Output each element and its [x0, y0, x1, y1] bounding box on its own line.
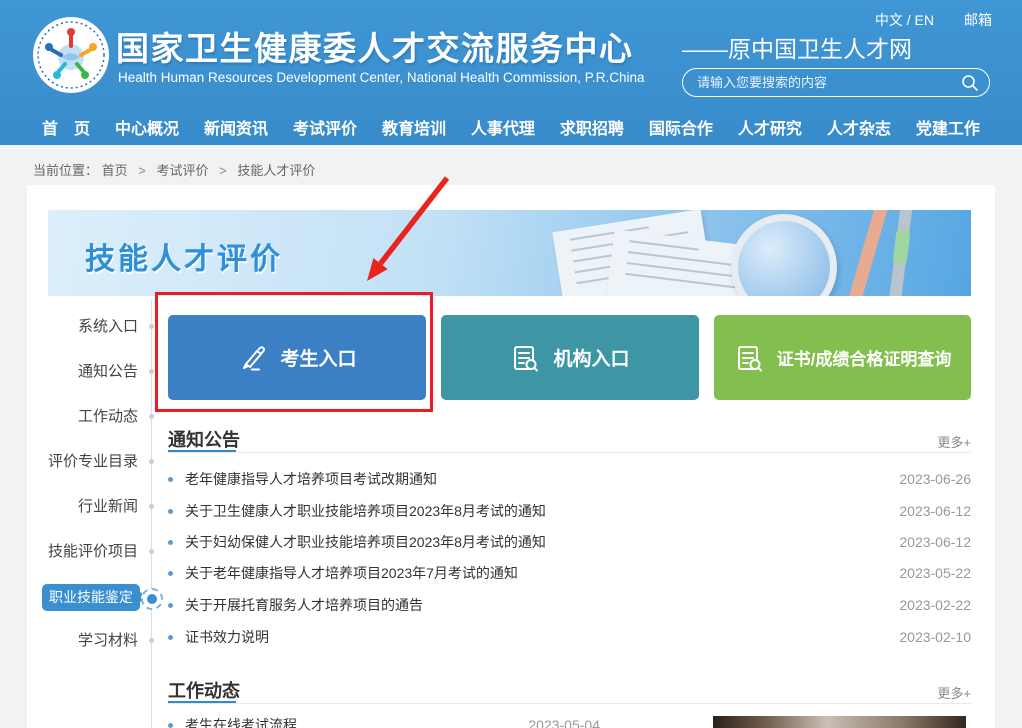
doc-search-icon [510, 343, 540, 373]
work-news-list-item[interactable]: 考生在线考试流程 2023-05-04 [168, 714, 600, 728]
nav-item-magazine[interactable]: 人才杂志 [827, 115, 891, 139]
nav-item-about[interactable]: 中心概况 [115, 115, 179, 139]
nav-item-exam[interactable]: 考试评价 [293, 115, 357, 139]
site-subtitle-en: Health Human Resources Development Cente… [118, 70, 645, 85]
organization-entry-label: 机构入口 [553, 344, 629, 371]
certificate-query-label: 证书/成绩合格证明查询 [777, 345, 952, 370]
candidate-entry-label: 考生入口 [280, 344, 356, 371]
work-news-divider [168, 703, 971, 704]
notice-list-item[interactable]: 关于妇幼保健人才职业技能培养项目2023年8月考试的通知 2023-06-12 [168, 531, 971, 553]
sidebar-active-marker [141, 588, 163, 610]
bullet-icon [168, 540, 173, 545]
breadcrumb: 当前位置： 首页 > 考试评价 > 技能人才评价 [33, 160, 315, 179]
mailbox-link[interactable]: 邮箱 [964, 10, 992, 30]
header-top-links: 中文 / EN 邮箱 [875, 10, 992, 30]
sidebar-dot [149, 549, 154, 554]
sidebar-item-study-materials[interactable]: 学习材料 [30, 631, 138, 651]
nav-item-party[interactable]: 党建工作 [916, 115, 980, 139]
main-nav: 首 页 中心概况 新闻资讯 考试评价 教育培训 人事代理 求职招聘 国际合作 人… [0, 108, 1022, 145]
search-box [682, 68, 990, 97]
nav-item-news[interactable]: 新闻资讯 [204, 115, 268, 139]
certificate-query-button[interactable]: 证书/成绩合格证明查询 [714, 315, 971, 400]
sidebar-dot [149, 504, 154, 509]
work-news-more-link[interactable]: 更多+ [937, 683, 971, 702]
page: 国家卫生健康委人才交流服务中心 Health Human Resources D… [0, 0, 1022, 728]
bullet-icon [168, 603, 173, 608]
sidebar-dot [149, 459, 154, 464]
notice-list-item[interactable]: 证书效力说明 2023-02-10 [168, 626, 971, 648]
nav-item-jobs[interactable]: 求职招聘 [560, 115, 624, 139]
pen-decoration [887, 210, 913, 296]
sidebar-divider [151, 300, 152, 728]
nav-item-training[interactable]: 教育培训 [382, 115, 446, 139]
notices-more-link[interactable]: 更多+ [937, 432, 971, 451]
nav-item-hr-agency[interactable]: 人事代理 [471, 115, 535, 139]
bullet-icon [168, 509, 173, 514]
sidebar-item-skill-projects[interactable]: 技能评价项目 [30, 542, 138, 562]
notice-list-item[interactable]: 关于卫生健康人才职业技能培养项目2023年8月考试的通知 2023-06-12 [168, 500, 971, 522]
breadcrumb-label: 当前位置： [33, 163, 98, 178]
breadcrumb-home[interactable]: 首页 [102, 163, 128, 178]
site-title: 国家卫生健康委人才交流服务中心 [116, 22, 634, 70]
notice-list-item[interactable]: 关于开展托育服务人才培养项目的通告 2023-02-22 [168, 594, 971, 616]
sidebar-dot [149, 324, 154, 329]
bullet-icon [168, 635, 173, 640]
work-news-section-title: 工作动态 [168, 677, 240, 703]
sidebar-dot [149, 369, 154, 374]
bullet-icon [168, 723, 173, 728]
sidebar-dot [149, 638, 154, 643]
nav-item-intl[interactable]: 国际合作 [649, 115, 713, 139]
sidebar-item-notices[interactable]: 通知公告 [30, 362, 138, 382]
breadcrumb-current: 技能人才评价 [237, 163, 315, 178]
page-title: 技能人才评价 [85, 234, 283, 278]
sidebar-item-work-news[interactable]: 工作动态 [30, 407, 138, 427]
notices-section-title: 通知公告 [168, 426, 240, 452]
organization-entry-button[interactable]: 机构入口 [441, 315, 699, 400]
doc-search-icon [734, 343, 764, 373]
search-input[interactable] [683, 75, 961, 90]
candidate-entry-button[interactable]: 考生入口 [168, 315, 426, 400]
sidebar-item-system-entry[interactable]: 系统入口 [30, 317, 138, 337]
magnifier-icon [731, 214, 837, 296]
notice-list-item[interactable]: 关于老年健康指导人才培养项目2023年7月考试的通知 2023-05-22 [168, 562, 971, 584]
nav-item-home[interactable]: 首 页 [42, 115, 90, 139]
sidebar-item-vocational-skill-active[interactable]: 职业技能鉴定 [42, 584, 140, 611]
site-logo-icon [32, 16, 110, 94]
notice-list-item[interactable]: 老年健康指导人才培养项目考试改期通知 2023-06-26 [168, 468, 971, 490]
sidebar-item-catalog[interactable]: 评价专业目录 [30, 452, 138, 472]
pencil-icon [237, 343, 267, 373]
bullet-icon [168, 477, 173, 482]
former-site-name: ——原中国卫生人才网 [682, 30, 912, 64]
work-news-thumbnail[interactable] [713, 716, 966, 728]
nav-item-research[interactable]: 人才研究 [738, 115, 802, 139]
breadcrumb-exam[interactable]: 考试评价 [157, 163, 209, 178]
lang-switch-link[interactable]: 中文 / EN [875, 10, 934, 30]
notices-divider [168, 452, 971, 453]
pencil-decoration [845, 210, 888, 296]
bullet-icon [168, 571, 173, 576]
sidebar-item-industry-news[interactable]: 行业新闻 [30, 497, 138, 517]
search-icon[interactable] [961, 74, 979, 92]
section-banner: 技能人才评价 [48, 210, 971, 296]
sidebar-dot [149, 414, 154, 419]
